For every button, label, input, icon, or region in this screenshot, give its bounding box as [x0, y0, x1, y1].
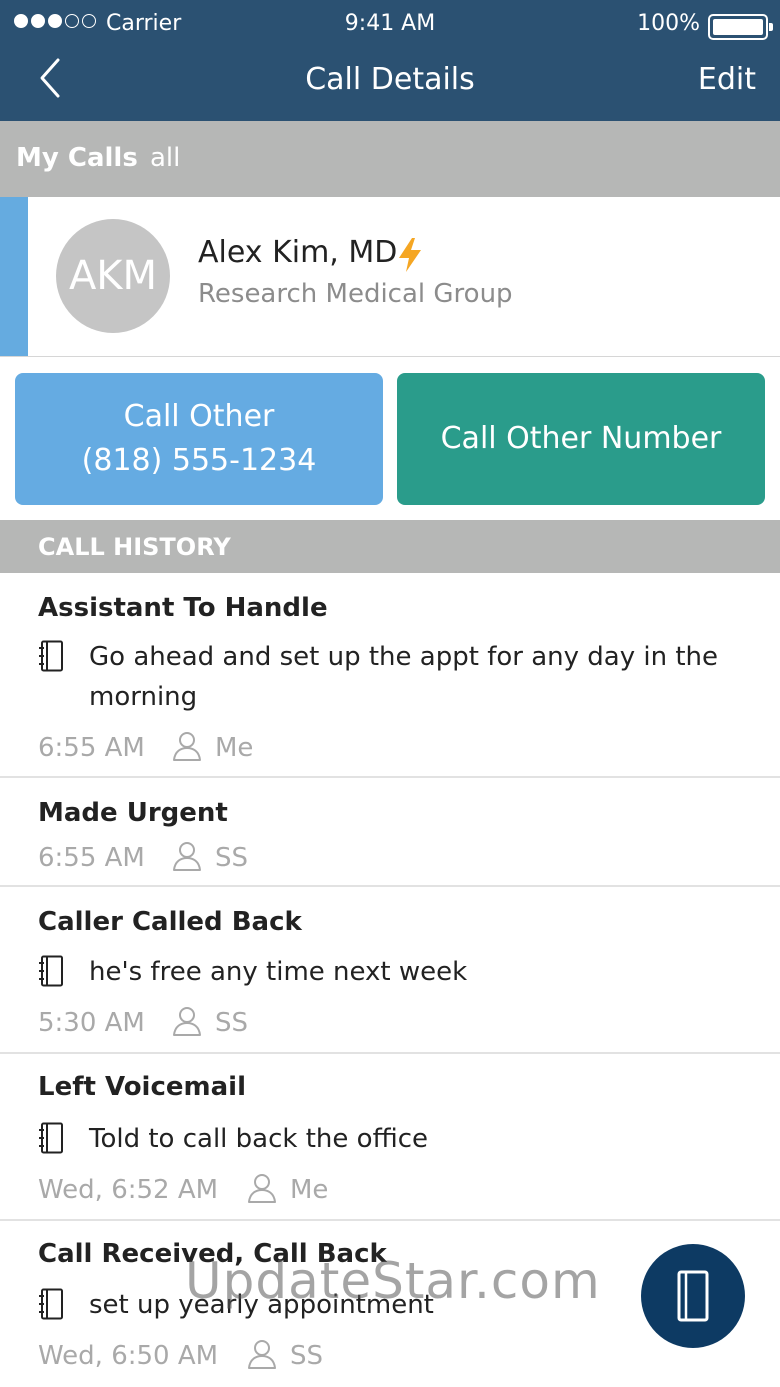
call-other-label: Call Other	[123, 399, 275, 434]
history-item-time: 6:55 AM	[38, 733, 145, 763]
history-item-user: SS	[290, 1341, 324, 1371]
watermark: UpdateStar.com	[185, 1252, 601, 1310]
contact-name: Alex Kim, MD	[198, 235, 398, 270]
history-item[interactable]: Left Voicemail Told to call back the off…	[0, 1054, 780, 1221]
notebook-icon	[39, 1122, 63, 1154]
battery-icon	[708, 14, 773, 40]
person-icon	[173, 732, 201, 761]
history-item-user: SS	[215, 843, 249, 873]
battery-percent: 100%	[637, 11, 700, 36]
call-other-phone: (818) 555-1234	[81, 443, 317, 478]
navigation-bar: Carrier 9:41 AM 100% Call Details Edit	[0, 0, 780, 121]
history-item-time: Wed, 6:52 AM	[38, 1175, 219, 1205]
history-item-user: SS	[215, 1008, 249, 1038]
history-item-title: Caller Called Back	[38, 907, 302, 937]
page-title: Call Details	[305, 62, 475, 97]
contact-organization: Research Medical Group	[198, 279, 513, 309]
history-item-time: 5:30 AM	[38, 1008, 145, 1038]
call-history-title: CALL HISTORY	[38, 533, 231, 561]
history-item-user: Me	[215, 733, 254, 763]
notebook-icon	[39, 1288, 63, 1320]
history-item-title: Made Urgent	[38, 798, 228, 828]
call-history-header: CALL HISTORY	[0, 520, 780, 573]
add-note-fab[interactable]	[641, 1244, 745, 1348]
person-icon	[248, 1174, 276, 1203]
my-calls-tab[interactable]: My Calls	[16, 143, 138, 173]
history-item-user: Me	[290, 1175, 329, 1205]
avatar: AKM	[56, 219, 170, 333]
history-item-note: he's free any time next week	[89, 957, 468, 987]
contact-card: AKM Alex Kim, MD Research Medical Group	[0, 197, 780, 357]
contact-accent-bar	[0, 197, 28, 356]
filter-bar: My Calls all	[0, 121, 780, 197]
notebook-icon	[39, 640, 63, 672]
lightning-bolt-icon	[399, 238, 421, 272]
note-icon	[677, 1270, 709, 1322]
call-other-number-button[interactable]: Call Other Number	[397, 373, 765, 505]
history-item[interactable]: Made Urgent 6:55 AM SS	[0, 778, 780, 887]
person-icon	[173, 1007, 201, 1036]
filter-all[interactable]: all	[150, 143, 180, 173]
history-item-time: Wed, 6:50 AM	[38, 1341, 219, 1371]
status-bar: Carrier 9:41 AM 100%	[0, 0, 780, 50]
person-icon	[173, 842, 201, 871]
history-item-time: 6:55 AM	[38, 843, 145, 873]
call-other-number-label: Call Other Number	[440, 421, 722, 456]
person-icon	[248, 1340, 276, 1369]
history-item[interactable]: Assistant To Handle Go ahead and set up …	[0, 573, 780, 778]
history-item[interactable]: Caller Called Back he's free any time ne…	[0, 887, 780, 1054]
history-item-title: Assistant To Handle	[38, 593, 328, 623]
history-item-note: Go ahead and set up the appt for any day…	[89, 642, 718, 712]
notebook-icon	[39, 955, 63, 987]
history-item-title: Left Voicemail	[38, 1072, 246, 1102]
call-other-button[interactable]: Call Other (818) 555-1234	[15, 373, 383, 505]
edit-button[interactable]: Edit	[698, 62, 756, 97]
history-item-note: Told to call back the office	[89, 1124, 428, 1154]
